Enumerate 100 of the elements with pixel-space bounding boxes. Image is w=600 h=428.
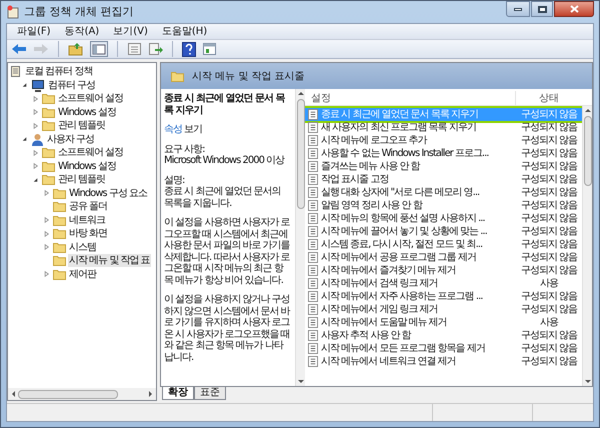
policy-icon [308,356,318,367]
collapse-arrow-icon[interactable] [31,176,40,184]
expand-arrow-icon[interactable] [31,162,40,170]
horizontal-scrollbar[interactable] [8,388,156,400]
setting-row[interactable]: 알림 영역 정리 사용 안 함 구성되지 않음 [305,199,582,212]
vertical-scrollbar[interactable] [582,106,592,386]
view-tab[interactable]: 표준 [194,387,226,400]
tree-item[interactable]: 시작 메뉴 및 작업 표 [68,254,151,268]
scroll-left-arrow-icon[interactable] [10,390,16,398]
setting-row[interactable]: 실행 대화 상자에 "서로 다른 메모리 영... 구성되지 않음 [305,186,582,199]
expand-arrow-icon[interactable] [31,108,40,116]
setting-row[interactable]: 시작 메뉴에서 공용 프로그램 그룹 제거 구성되지 않음 [305,251,582,264]
properties-link[interactable]: 속성 [164,124,182,135]
back-arrow-icon[interactable] [11,42,27,56]
setting-state: 구성되지 않음 [520,251,578,265]
vertical-scrollbar[interactable] [295,89,305,386]
setting-row[interactable]: 시작 메뉴에 끌어서 놓기 및 상황에 맞는 ... 구성되지 않음 [305,225,582,238]
menu-item[interactable]: 동작(A) [64,24,100,39]
tree-item[interactable]: 바탕 화면 [68,227,108,240]
setting-row[interactable]: 사용할 수 없는 Windows Installer 프로그... 구성되지 않음 [305,147,582,160]
policy-icon [308,187,318,198]
setting-row[interactable]: 즐겨쓰는 메뉴 사용 안 함 구성되지 않음 [305,160,582,173]
setting-name: 시작 메뉴의 항목에 풍선 설명 사용하지 ... [321,212,486,226]
setting-row[interactable]: 시작 메뉴에서 게임 링크 제거 구성되지 않음 [305,303,582,316]
setting-state: 구성되지 않음 [520,225,578,239]
setting-name: 실행 대화 상자에 "서로 다른 메모리 영... [321,186,480,200]
tree-item[interactable]: 관리 템플릿 [57,119,106,132]
expand-arrow-icon[interactable] [42,243,51,252]
tree-item[interactable]: 관리 템플릿 [57,173,106,186]
policy-icon [308,148,318,159]
expand-arrow-icon[interactable] [42,216,51,224]
expand-arrow-icon[interactable] [42,189,51,198]
policy-icon [308,135,318,146]
tree-item[interactable]: 시스템 [68,240,97,254]
policy-icon [308,265,318,276]
menu-item[interactable]: 보기(V) [113,24,148,39]
setting-row[interactable]: 시작 메뉴에 로그오프 추가 구성되지 않음 [305,134,582,147]
scroll-down-arrow-icon[interactable] [584,378,592,386]
requirements-text: Microsoft Windows 2000 이상 [164,155,286,166]
tree-item[interactable]: Windows 구성 요소 [68,186,148,200]
tree-item[interactable]: 네트워크 [68,214,106,227]
scroll-down-arrow-icon[interactable] [296,378,304,386]
folder-icon [42,93,55,104]
policy-icon [308,304,318,315]
scroll-thumb[interactable] [296,99,304,209]
setting-state: 구성되지 않음 [520,212,578,226]
setting-state: 구성되지 않음 [520,290,578,304]
setting-row[interactable]: 시작 메뉴에서 모든 프로그램 항목을 제거 구성되지 않음 [305,342,582,355]
tree-item[interactable]: 공유 폴더 [68,200,108,214]
export-list-icon[interactable] [148,42,163,56]
menu-item[interactable]: 도움말(H) [162,24,208,39]
expand-arrow-icon[interactable] [31,94,40,103]
tree-item[interactable]: 컴퓨터 구성 [47,78,96,92]
setting-state: 구성되지 않음 [520,355,578,369]
show-hide-tree-icon[interactable] [90,41,108,57]
close-button[interactable] [554,1,594,17]
expand-arrow-icon[interactable] [42,270,51,278]
expand-arrow-icon[interactable] [42,230,51,238]
folder-icon [42,120,55,132]
scroll-up-arrow-icon[interactable] [584,106,592,114]
window-pane-icon[interactable] [202,42,217,56]
list-window-icon[interactable] [127,42,142,56]
policy-icon [308,317,318,328]
setting-name: 작업 표시줄 고정 [321,173,390,187]
setting-row[interactable]: 시작 메뉴에서 도움말 메뉴 제거 사용 [305,316,582,329]
scroll-thumb[interactable] [584,116,592,186]
maximize-button[interactable] [531,1,553,17]
setting-state: 구성되지 않음 [520,199,578,213]
column-header[interactable]: 상태 [516,91,582,106]
setting-row[interactable]: 시작 메뉴에서 검색 링크 제거 사용 [305,277,582,290]
help-icon[interactable] [182,42,196,56]
view-tab[interactable]: 확장 [162,387,194,400]
minimize-button[interactable] [506,1,530,17]
setting-row[interactable]: 작업 표시줄 고정 구성되지 않음 [305,173,582,186]
requirements-label: 요구 사항: [164,144,206,155]
menu-item[interactable]: 파일(F) [17,24,51,39]
scroll-up-arrow-icon[interactable] [296,89,304,97]
expand-arrow-icon[interactable] [31,122,40,130]
setting-state: 구성되지 않음 [520,264,578,278]
tree-item[interactable]: 사용자 구성 [46,132,96,146]
collapse-arrow-icon[interactable] [20,135,29,144]
collapse-arrow-icon[interactable] [20,81,29,90]
setting-row[interactable]: 시작 메뉴에서 자주 사용하는 프로그램 ... 구성되지 않음 [305,290,582,303]
tree-item[interactable]: 로컬 컴퓨터 정책 [24,65,94,78]
policy-icon [308,109,318,120]
setting-row[interactable]: 시작 메뉴에서 네트워크 연결 제거 구성되지 않음 [305,355,582,368]
folder-up-icon[interactable] [68,42,84,56]
tree-item[interactable]: 소프트웨어 설정 [57,146,124,160]
tree-item[interactable]: 제어판 [68,268,97,281]
tree-item[interactable]: 소프트웨어 설정 [57,92,124,106]
tree-item[interactable]: Windows 설정 [57,160,117,173]
setting-row[interactable]: 시작 메뉴에서 즐겨찾기 메뉴 제거 구성되지 않음 [305,264,582,277]
scroll-right-arrow-icon[interactable] [148,390,154,398]
setting-row[interactable]: 시스템 종료, 다시 시작, 절전 모드 및 최... 구성되지 않음 [305,238,582,251]
setting-row[interactable]: 새 사용자의 최신 프로그램 목록 지우기 구성되지 않음 [305,121,582,134]
tree-item[interactable]: Windows 설정 [57,106,117,119]
expand-arrow-icon[interactable] [31,148,40,157]
description-paragraph: 종료 시 최근에 열었던 문서의 목록을 지웁니다. [164,186,282,209]
setting-row[interactable]: 사용자 추적 사용 안 함 구성되지 않음 [305,329,582,342]
setting-row[interactable]: 시작 메뉴의 항목에 풍선 설명 사용하지 ... 구성되지 않음 [305,212,582,225]
